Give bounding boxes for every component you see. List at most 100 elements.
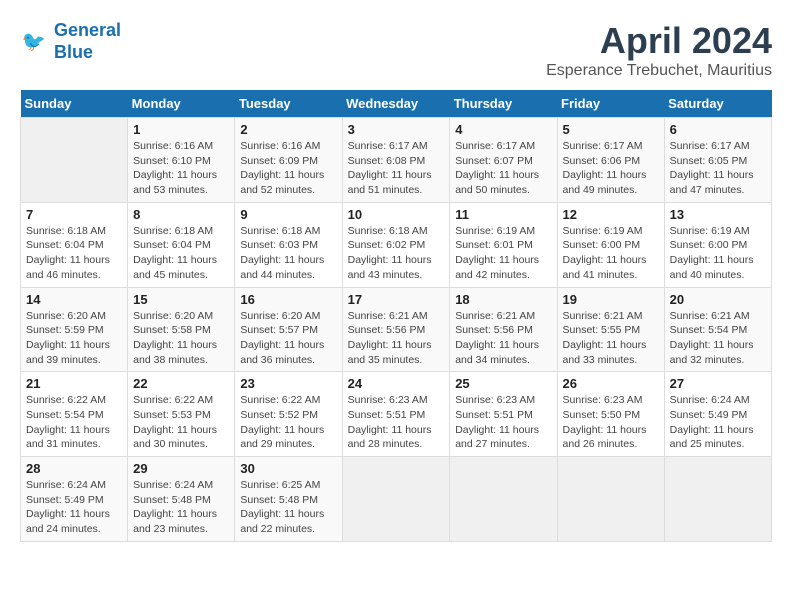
day-number: 3 xyxy=(348,122,445,137)
calendar-week: 7 Sunrise: 6:18 AMSunset: 6:04 PMDaylight… xyxy=(21,202,772,287)
calendar-cell: 1 Sunrise: 6:16 AMSunset: 6:10 PMDaylight… xyxy=(128,118,235,203)
day-number: 6 xyxy=(670,122,766,137)
calendar-week: 14 Sunrise: 6:20 AMSunset: 5:59 PMDayligh… xyxy=(21,287,772,372)
calendar-cell xyxy=(21,118,128,203)
calendar-cell: 2Sunrise: 6:16 AMSunset: 6:09 PMDaylight… xyxy=(235,118,342,203)
day-info: Sunrise: 6:19 AMSunset: 6:00 PMDaylight:… xyxy=(563,224,659,283)
day-info: Sunrise: 6:22 AMSunset: 5:54 PMDaylight:… xyxy=(26,393,122,452)
logo-text: General Blue xyxy=(54,20,121,63)
calendar-cell: 23 Sunrise: 6:22 AMSunset: 5:52 PMDayligh… xyxy=(235,372,342,457)
logo-line1: General xyxy=(54,20,121,40)
day-number: 13 xyxy=(670,207,766,222)
day-info: Sunrise: 6:21 AMSunset: 5:55 PMDaylight:… xyxy=(563,309,659,368)
day-info: Sunrise: 6:22 AMSunset: 5:53 PMDaylight:… xyxy=(133,393,229,452)
day-info: Sunrise: 6:21 AMSunset: 5:56 PMDaylight:… xyxy=(348,309,445,368)
title-block: April 2024 Esperance Trebuchet, Mauritiu… xyxy=(546,20,772,80)
calendar-week: 21 Sunrise: 6:22 AMSunset: 5:54 PMDayligh… xyxy=(21,372,772,457)
calendar-cell: 5Sunrise: 6:17 AMSunset: 6:06 PMDaylight… xyxy=(557,118,664,203)
day-number: 21 xyxy=(26,376,122,391)
calendar-cell: 26 Sunrise: 6:23 AMSunset: 5:50 PMDayligh… xyxy=(557,372,664,457)
day-number: 19 xyxy=(563,292,659,307)
calendar-week: 1 Sunrise: 6:16 AMSunset: 6:10 PMDaylight… xyxy=(21,118,772,203)
day-number: 17 xyxy=(348,292,445,307)
calendar-cell: 20 Sunrise: 6:21 AMSunset: 5:54 PMDayligh… xyxy=(664,287,771,372)
day-number: 1 xyxy=(133,122,229,137)
calendar-cell: 3 Sunrise: 6:17 AMSunset: 6:08 PMDaylight… xyxy=(342,118,450,203)
calendar-cell: 13 Sunrise: 6:19 AMSunset: 6:00 PMDayligh… xyxy=(664,202,771,287)
day-number: 10 xyxy=(348,207,445,222)
calendar-cell: 22 Sunrise: 6:22 AMSunset: 5:53 PMDayligh… xyxy=(128,372,235,457)
day-info: Sunrise: 6:18 AMSunset: 6:04 PMDaylight:… xyxy=(133,224,229,283)
day-info: Sunrise: 6:18 AMSunset: 6:04 PMDaylight:… xyxy=(26,224,122,283)
day-info: Sunrise: 6:18 AMSunset: 6:02 PMDaylight:… xyxy=(348,224,445,283)
day-number: 20 xyxy=(670,292,766,307)
calendar-week: 28 Sunrise: 6:24 AMSunset: 5:49 PMDayligh… xyxy=(21,457,772,542)
day-info: Sunrise: 6:19 AMSunset: 6:00 PMDaylight:… xyxy=(670,224,766,283)
day-info: Sunrise: 6:16 AMSunset: 6:10 PMDaylight:… xyxy=(133,139,229,198)
calendar-cell xyxy=(557,457,664,542)
day-number: 30 xyxy=(240,461,336,476)
day-info: Sunrise: 6:23 AMSunset: 5:50 PMDaylight:… xyxy=(563,393,659,452)
calendar-title: April 2024 xyxy=(546,20,772,62)
day-number: 27 xyxy=(670,376,766,391)
svg-text:🐦: 🐦 xyxy=(22,31,46,53)
calendar-cell: 30 Sunrise: 6:25 AMSunset: 5:48 PMDayligh… xyxy=(235,457,342,542)
calendar-cell: 18 Sunrise: 6:21 AMSunset: 5:56 PMDayligh… xyxy=(450,287,557,372)
day-number: 18 xyxy=(455,292,551,307)
day-number: 8 xyxy=(133,207,229,222)
day-info: Sunrise: 6:16 AMSunset: 6:09 PMDaylight:… xyxy=(240,139,336,198)
day-info: Sunrise: 6:23 AMSunset: 5:51 PMDaylight:… xyxy=(348,393,445,452)
calendar-cell: 16 Sunrise: 6:20 AMSunset: 5:57 PMDayligh… xyxy=(235,287,342,372)
calendar-cell: 27 Sunrise: 6:24 AMSunset: 5:49 PMDayligh… xyxy=(664,372,771,457)
day-number: 26 xyxy=(563,376,659,391)
day-number: 24 xyxy=(348,376,445,391)
day-number: 14 xyxy=(26,292,122,307)
day-number: 23 xyxy=(240,376,336,391)
day-info: Sunrise: 6:22 AMSunset: 5:52 PMDaylight:… xyxy=(240,393,336,452)
day-header: Monday xyxy=(128,90,235,118)
day-info: Sunrise: 6:20 AMSunset: 5:58 PMDaylight:… xyxy=(133,309,229,368)
calendar-cell: 29 Sunrise: 6:24 AMSunset: 5:48 PMDayligh… xyxy=(128,457,235,542)
day-number: 25 xyxy=(455,376,551,391)
day-info: Sunrise: 6:17 AMSunset: 6:08 PMDaylight:… xyxy=(348,139,445,198)
day-info: Sunrise: 6:23 AMSunset: 5:51 PMDaylight:… xyxy=(455,393,551,452)
day-header: Saturday xyxy=(664,90,771,118)
day-info: Sunrise: 6:21 AMSunset: 5:56 PMDaylight:… xyxy=(455,309,551,368)
calendar-cell: 21 Sunrise: 6:22 AMSunset: 5:54 PMDayligh… xyxy=(21,372,128,457)
day-number: 9 xyxy=(240,207,336,222)
day-number: 16 xyxy=(240,292,336,307)
calendar-cell: 12Sunrise: 6:19 AMSunset: 6:00 PMDayligh… xyxy=(557,202,664,287)
day-info: Sunrise: 6:20 AMSunset: 5:57 PMDaylight:… xyxy=(240,309,336,368)
calendar-cell: 9 Sunrise: 6:18 AMSunset: 6:03 PMDaylight… xyxy=(235,202,342,287)
logo-icon: 🐦 xyxy=(20,27,50,57)
day-info: Sunrise: 6:17 AMSunset: 6:05 PMDaylight:… xyxy=(670,139,766,198)
calendar-cell: 14 Sunrise: 6:20 AMSunset: 5:59 PMDayligh… xyxy=(21,287,128,372)
day-header: Thursday xyxy=(450,90,557,118)
calendar-cell: 25 Sunrise: 6:23 AMSunset: 5:51 PMDayligh… xyxy=(450,372,557,457)
calendar-cell: 19 Sunrise: 6:21 AMSunset: 5:55 PMDayligh… xyxy=(557,287,664,372)
calendar-cell xyxy=(450,457,557,542)
day-info: Sunrise: 6:25 AMSunset: 5:48 PMDaylight:… xyxy=(240,478,336,537)
calendar-body: 1 Sunrise: 6:16 AMSunset: 6:10 PMDaylight… xyxy=(21,118,772,542)
day-info: Sunrise: 6:17 AMSunset: 6:07 PMDaylight:… xyxy=(455,139,551,198)
day-info: Sunrise: 6:24 AMSunset: 5:49 PMDaylight:… xyxy=(670,393,766,452)
day-header: Sunday xyxy=(21,90,128,118)
calendar-header: SundayMondayTuesdayWednesdayThursdayFrid… xyxy=(21,90,772,118)
day-number: 28 xyxy=(26,461,122,476)
calendar-cell: 8 Sunrise: 6:18 AMSunset: 6:04 PMDaylight… xyxy=(128,202,235,287)
day-number: 22 xyxy=(133,376,229,391)
day-number: 4 xyxy=(455,122,551,137)
day-header: Tuesday xyxy=(235,90,342,118)
day-info: Sunrise: 6:24 AMSunset: 5:48 PMDaylight:… xyxy=(133,478,229,537)
day-info: Sunrise: 6:21 AMSunset: 5:54 PMDaylight:… xyxy=(670,309,766,368)
day-info: Sunrise: 6:18 AMSunset: 6:03 PMDaylight:… xyxy=(240,224,336,283)
day-number: 5 xyxy=(563,122,659,137)
calendar-cell xyxy=(342,457,450,542)
day-number: 15 xyxy=(133,292,229,307)
day-info: Sunrise: 6:20 AMSunset: 5:59 PMDaylight:… xyxy=(26,309,122,368)
day-info: Sunrise: 6:24 AMSunset: 5:49 PMDaylight:… xyxy=(26,478,122,537)
day-number: 29 xyxy=(133,461,229,476)
day-number: 7 xyxy=(26,207,122,222)
calendar-cell: 6 Sunrise: 6:17 AMSunset: 6:05 PMDaylight… xyxy=(664,118,771,203)
calendar-cell: 15 Sunrise: 6:20 AMSunset: 5:58 PMDayligh… xyxy=(128,287,235,372)
